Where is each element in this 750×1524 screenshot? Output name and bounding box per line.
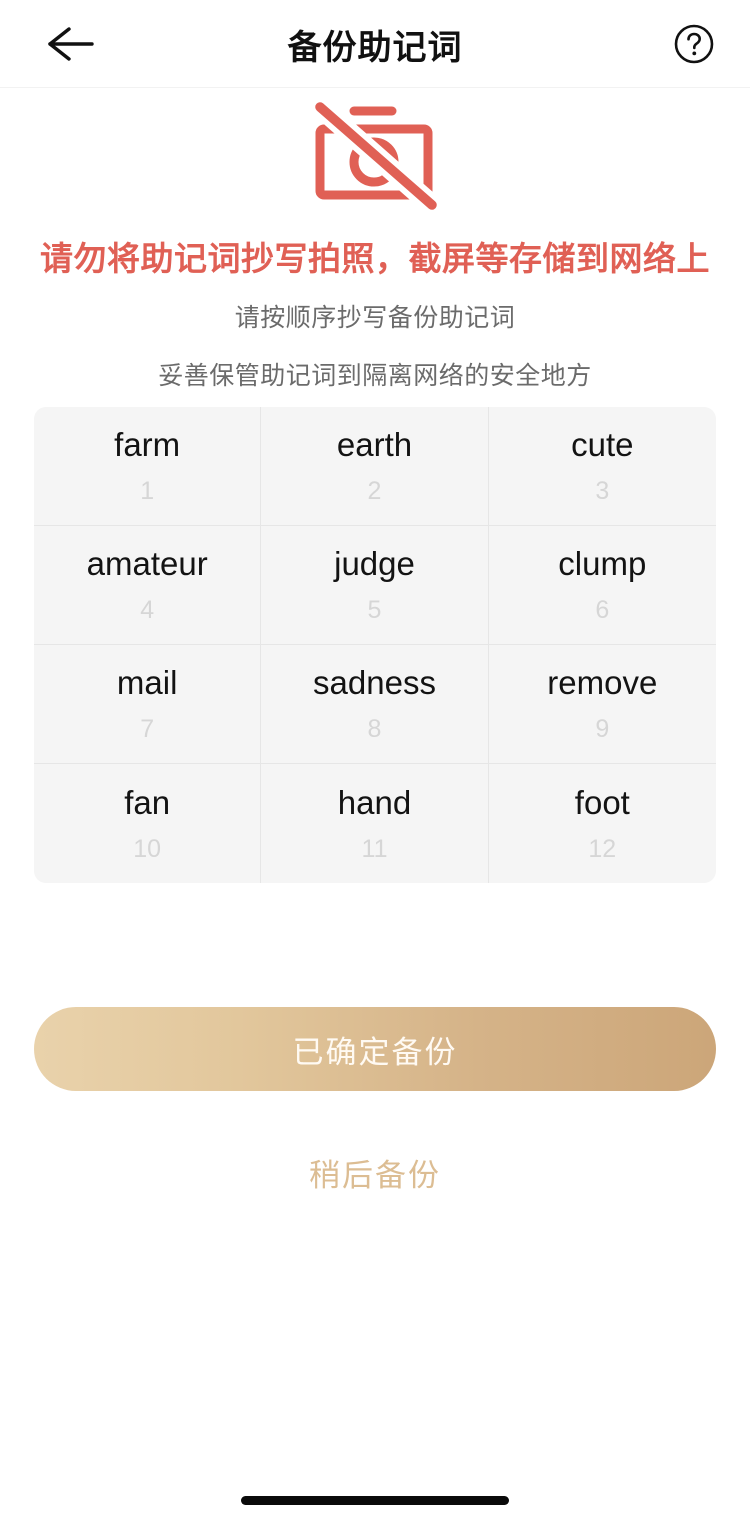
backup-later-link[interactable]: 稍后备份 (0, 1150, 750, 1195)
mnemonic-word: foot (574, 783, 630, 821)
mnemonic-word: sadness (313, 664, 436, 701)
mnemonic-word: fan (124, 783, 171, 821)
mnemonic-cell: judge 5 (261, 526, 489, 645)
mnemonic-index: 11 (361, 834, 388, 863)
mnemonic-word: remove (547, 664, 658, 701)
mnemonic-word: mail (116, 664, 178, 701)
mnemonic-index: 3 (595, 477, 610, 505)
page-title: 备份助记词 (287, 28, 463, 67)
mnemonic-cell: sadness 8 (261, 645, 489, 764)
mnemonic-word: cute (571, 426, 634, 463)
mnemonic-cell: clump 6 (488, 526, 716, 645)
home-indicator (241, 1496, 509, 1505)
mnemonic-index: 2 (367, 477, 382, 505)
mnemonic-index: 1 (140, 477, 155, 505)
mnemonic-index: 10 (133, 834, 162, 863)
mnemonic-index: 8 (367, 715, 382, 743)
mnemonic-index: 9 (595, 715, 610, 743)
mnemonic-word: earth (336, 426, 413, 463)
mnemonic-index: 4 (140, 596, 155, 624)
subtitle-order: 请按顺序抄写备份助记词 (234, 304, 516, 332)
mnemonic-grid: farm 1 earth 2 cute 3 amateur 4 judge 5 … (34, 407, 716, 883)
mnemonic-cell: farm 1 (34, 407, 262, 526)
confirm-backup-button[interactable]: 已确定备份 (34, 1007, 716, 1091)
mnemonic-cell: amateur 4 (34, 526, 262, 645)
mnemonic-cell: remove 9 (488, 645, 716, 764)
mnemonic-word: clump (558, 545, 647, 582)
no-camera-icon (310, 99, 440, 211)
help-button[interactable] (664, 14, 724, 74)
mnemonic-word: amateur (86, 545, 208, 582)
mnemonic-cell: fan 10 (34, 764, 262, 883)
warning-text: 请勿将助记词抄写拍照，截屏等存储到网络上 (40, 240, 710, 277)
mnemonic-cell: mail 7 (34, 645, 262, 764)
mnemonic-word: judge (334, 545, 415, 582)
mnemonic-index: 6 (595, 596, 610, 624)
mnemonic-word: hand (337, 783, 412, 821)
mnemonic-index: 5 (367, 596, 382, 624)
mnemonic-cell: hand 11 (261, 764, 489, 883)
mnemonic-cell: earth 2 (261, 407, 489, 526)
question-circle-icon (674, 24, 714, 64)
subtitle-storage: 妥善保管助记词到隔离网络的安全地方 (158, 362, 592, 390)
no-camera-illustration (0, 96, 750, 214)
app-header: 备份助记词 (0, 0, 750, 88)
mnemonic-index: 7 (140, 715, 155, 743)
mnemonic-index: 12 (588, 834, 617, 863)
mnemonic-cell: cute 3 (488, 407, 716, 526)
mnemonic-word: farm (114, 426, 181, 463)
mnemonic-cell: foot 12 (489, 764, 716, 883)
